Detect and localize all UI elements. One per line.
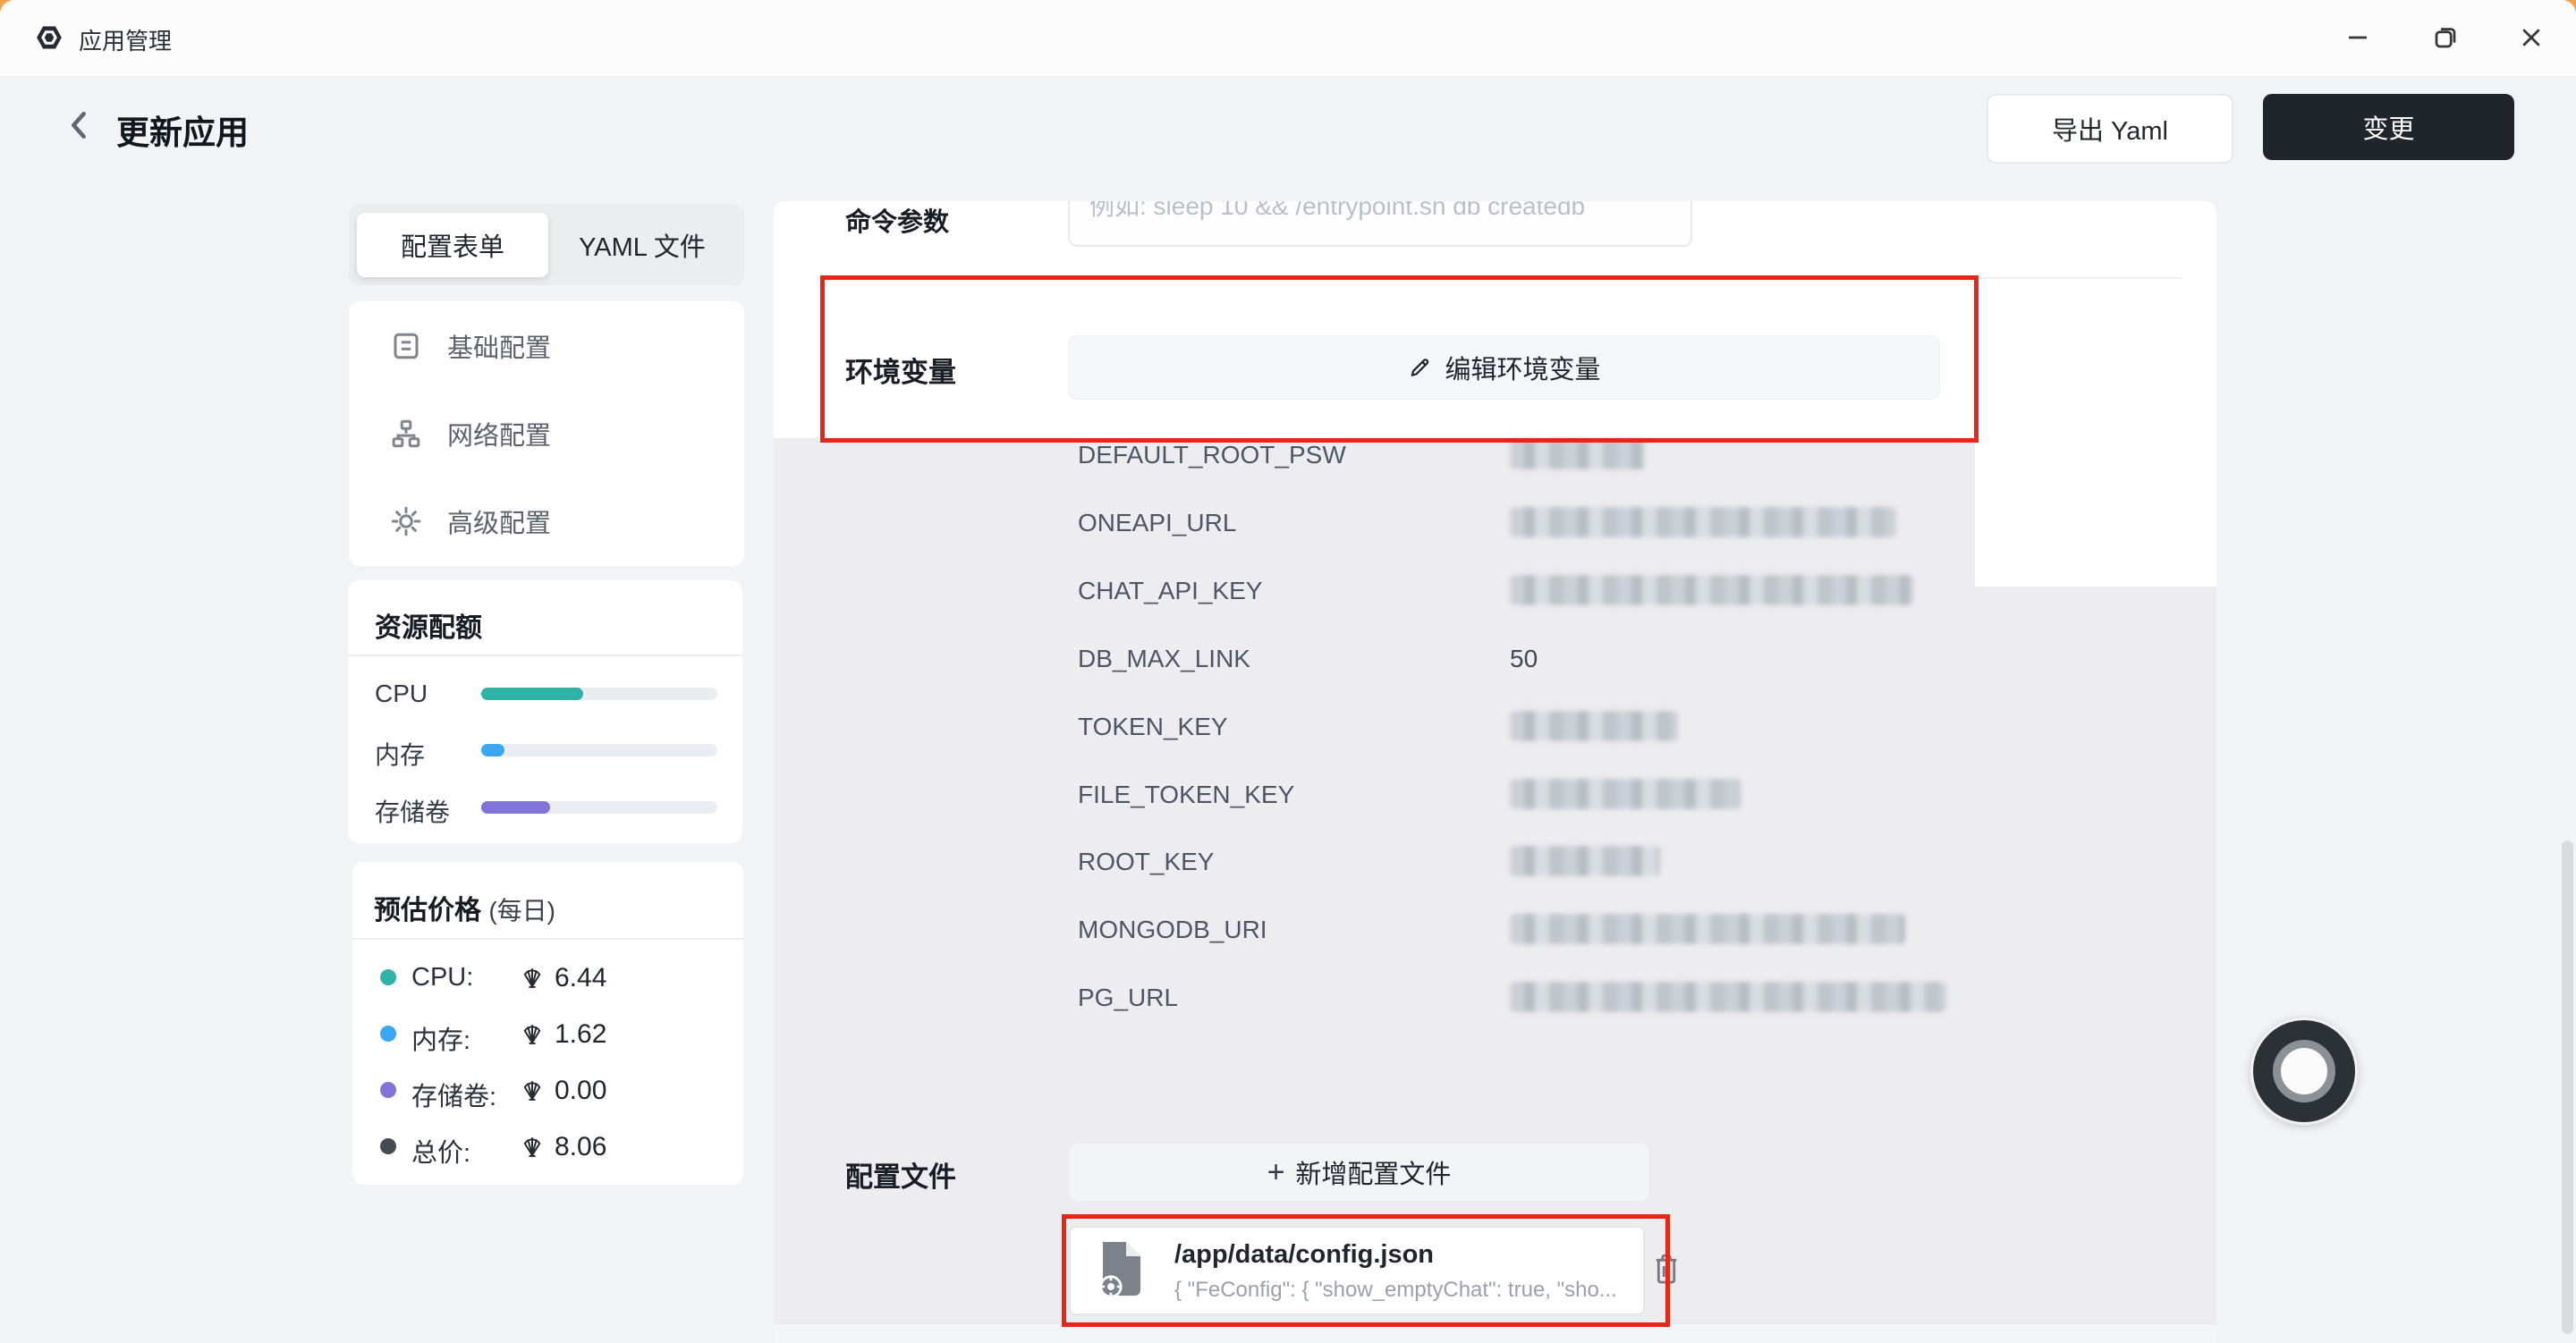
- shell-coin-icon: [519, 964, 546, 991]
- price-value: 1.62: [555, 1019, 606, 1050]
- censored-value: [1510, 439, 1646, 469]
- network-icon: [390, 418, 422, 450]
- edit-env-vars-button[interactable]: 编辑环境变量: [1068, 335, 1940, 400]
- price-title: 预估价格 (每日): [374, 888, 555, 927]
- shell-coin-icon: [519, 1133, 546, 1160]
- env-var-row: TOKEN_KEY: [774, 702, 2216, 752]
- sidebar-item-advanced-config[interactable]: 高级配置: [349, 486, 744, 556]
- trash-icon: [1650, 1251, 1682, 1287]
- app-window: 应用管理 更新应用 导出 Yaml 变更 配置表单 YAML 文件 基础配置: [0, 0, 2576, 1343]
- sidebar-item-label: 网络配置: [447, 415, 551, 452]
- cpu-legend-dot: [380, 969, 396, 985]
- env-var-row: DB_MAX_LINK 50: [774, 634, 2216, 684]
- memory-legend-dot: [380, 1026, 396, 1042]
- price-row-memory: 内存: 1.62: [352, 1015, 743, 1052]
- plus-icon: +: [1267, 1159, 1285, 1186]
- censored-value: [1510, 846, 1660, 876]
- config-mode-tabs: 配置表单 YAML 文件: [349, 205, 744, 285]
- config-file-card[interactable]: /app/data/config.json { "FeConfig": { "s…: [1069, 1226, 1645, 1315]
- config-section-menu: 基础配置 网络配置 高级配置: [349, 301, 744, 566]
- config-file-path: /app/data/config.json: [1174, 1240, 1434, 1270]
- sidebar-item-label: 高级配置: [447, 503, 551, 540]
- censored-value: [1510, 507, 1896, 537]
- tab-yaml-file[interactable]: YAML 文件: [548, 213, 736, 277]
- cmd-args-input[interactable]: 例如: sleep 10 && /entrypoint.sh db create…: [1068, 201, 1692, 247]
- restore-button[interactable]: [2424, 16, 2467, 59]
- price-row-storage: 存储卷: 0.00: [352, 1071, 743, 1109]
- sidebar-item-label: 基础配置: [447, 327, 551, 365]
- price-value: 6.44: [555, 963, 606, 993]
- file-gear-icon: [1094, 1240, 1144, 1299]
- censored-value: [1510, 575, 1914, 605]
- config-files-label: 配置文件: [845, 1154, 956, 1195]
- pencil-icon: [1407, 355, 1432, 380]
- back-button[interactable]: [57, 102, 100, 148]
- price-value: 8.06: [555, 1132, 606, 1162]
- price-estimate-card: 预估价格 (每日) CPU: 6.44 内存: 1.62 存储卷: 0.00: [352, 862, 743, 1185]
- document-icon: [390, 330, 422, 362]
- quota-title: 资源配额: [375, 605, 482, 645]
- censored-value: [1510, 711, 1678, 741]
- minimize-button[interactable]: [2336, 16, 2379, 59]
- gear-icon: [390, 505, 422, 537]
- price-row-cpu: CPU: 6.44: [352, 959, 743, 996]
- apply-changes-button[interactable]: 变更: [2263, 94, 2514, 160]
- cmd-args-label: 命令参数: [845, 201, 949, 239]
- quota-row-storage: 存储卷: [348, 790, 742, 825]
- edit-env-vars-label: 编辑环境变量: [1445, 349, 1600, 386]
- close-button[interactable]: [2510, 16, 2553, 59]
- price-row-total: 总价: 8.06: [352, 1128, 743, 1165]
- config-file-preview: { "FeConfig": { "show_emptyChat": true, …: [1174, 1278, 1617, 1303]
- quota-row-cpu: CPU: [348, 676, 742, 712]
- storage-progress-bar: [481, 801, 717, 814]
- cmd-args-placeholder: 例如: sleep 10 && /entrypoint.sh db create…: [1089, 201, 1585, 223]
- env-var-row: ROOT_KEY: [774, 837, 2216, 887]
- env-var-row: DEFAULT_ROOT_PSW: [774, 430, 2216, 480]
- cpu-progress-bar: [481, 688, 717, 700]
- form-panel: 命令参数 例如: sleep 10 && /entrypoint.sh db c…: [774, 201, 2216, 1343]
- section-divider: [823, 277, 2182, 279]
- env-var-row: FILE_TOKEN_KEY: [774, 770, 2216, 820]
- add-config-file-button[interactable]: + 新增配置文件: [1069, 1143, 1649, 1202]
- shell-coin-icon: [519, 1077, 546, 1103]
- shell-coin-icon: [519, 1020, 546, 1047]
- vertical-scrollbar-thumb[interactable]: [2562, 840, 2573, 1334]
- delete-config-file-button[interactable]: [1643, 1246, 1690, 1292]
- storage-legend-dot: [380, 1082, 396, 1098]
- env-var-row: ONEAPI_URL: [774, 498, 2216, 548]
- export-yaml-button[interactable]: 导出 Yaml: [1987, 94, 2233, 164]
- env-var-row: MONGODB_URI: [774, 905, 2216, 955]
- sidebar-item-basic-config[interactable]: 基础配置: [349, 311, 744, 381]
- total-legend-dot: [380, 1138, 396, 1154]
- title-bar: 应用管理: [0, 0, 2576, 77]
- tab-config-form[interactable]: 配置表单: [357, 213, 548, 277]
- window-title: 应用管理: [79, 23, 172, 56]
- resource-quota-card: 资源配额 CPU 内存 存储卷: [348, 580, 742, 843]
- quota-row-memory: 内存: [348, 732, 742, 768]
- price-subtitle: (每日): [488, 897, 555, 925]
- screen-record-button[interactable]: [2250, 1018, 2358, 1125]
- sidebar-item-network-config[interactable]: 网络配置: [349, 399, 744, 469]
- env-vars-label: 环境变量: [845, 350, 956, 390]
- env-var-row: PG_URL: [774, 973, 2216, 1023]
- memory-progress-bar: [481, 744, 717, 756]
- page-title: 更新应用: [116, 106, 249, 154]
- censored-value: [1510, 914, 1905, 944]
- add-config-file-label: 新增配置文件: [1295, 1153, 1451, 1191]
- app-logo-icon: [34, 21, 64, 54]
- env-var-value: 50: [1510, 645, 1538, 673]
- censored-value: [1510, 982, 1946, 1012]
- env-var-row: CHAT_API_KEY: [774, 566, 2216, 616]
- censored-value: [1510, 779, 1741, 809]
- price-value: 0.00: [555, 1076, 606, 1106]
